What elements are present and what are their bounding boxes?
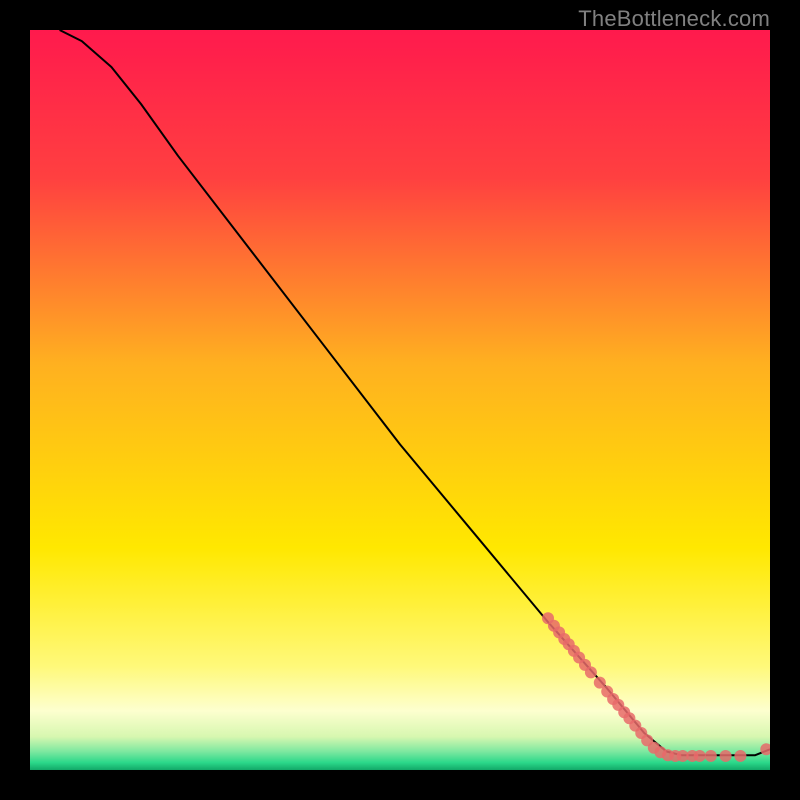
- scatter-point: [694, 750, 706, 762]
- scatter-point: [585, 666, 597, 678]
- plot-background: [30, 30, 770, 770]
- chart-stage: TheBottleneck.com: [0, 0, 800, 800]
- watermark-text: TheBottleneck.com: [578, 6, 770, 32]
- scatter-point: [734, 750, 746, 762]
- scatter-point: [720, 750, 732, 762]
- chart-plot: [30, 30, 770, 770]
- scatter-point: [705, 750, 717, 762]
